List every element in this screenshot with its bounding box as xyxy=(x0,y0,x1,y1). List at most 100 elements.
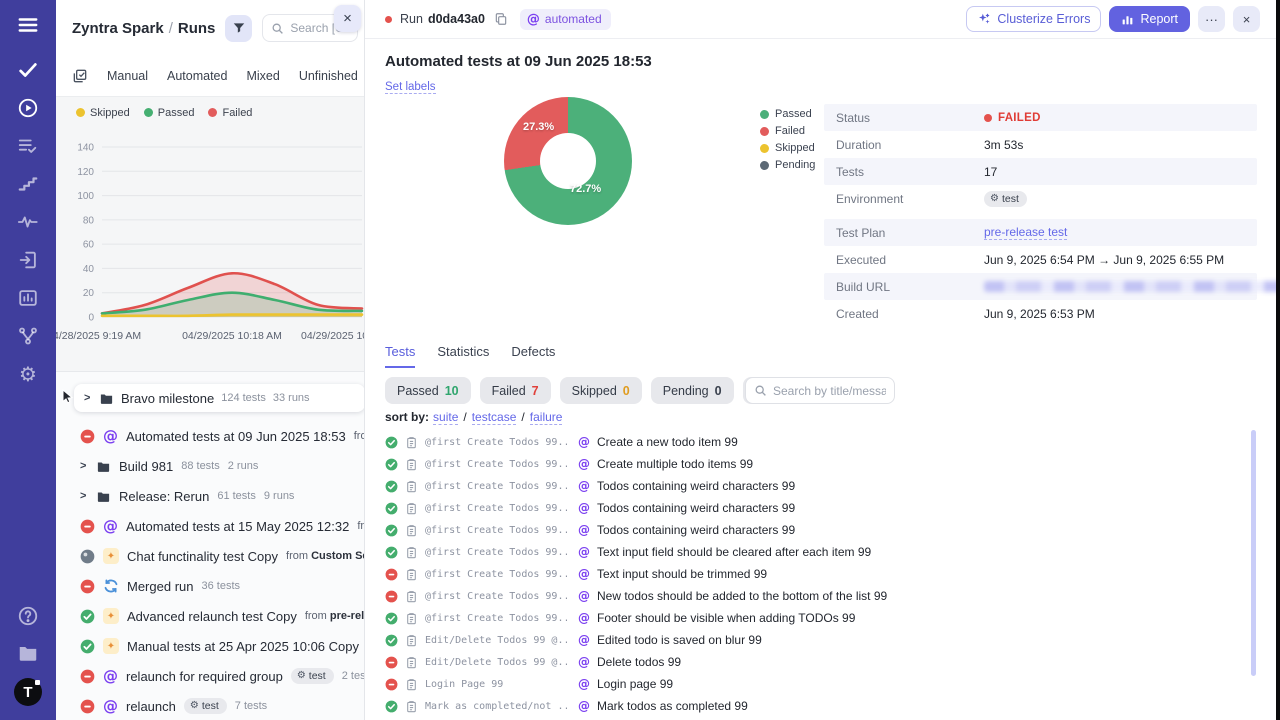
test-row[interactable]: Mark as completed/not ...@Mark todos as … xyxy=(385,695,1251,717)
panel-close-button[interactable]: × xyxy=(334,5,361,32)
filter-pill-passed[interactable]: Passed10 xyxy=(385,377,471,404)
test-row[interactable]: @first Create Todos 99...@Todos containi… xyxy=(385,475,1251,497)
test-name[interactable]: Edited todo is saved on blur 99 xyxy=(597,633,762,647)
test-row[interactable]: Edit/Delete Todos 99 @...@Delete todos 9… xyxy=(385,651,1251,673)
select-all-icon[interactable] xyxy=(72,68,88,84)
run-row[interactable]: @Automated tests at 09 Jun 2025 18:53fro… xyxy=(56,421,364,451)
close-run-button[interactable]: × xyxy=(1233,6,1260,32)
test-name[interactable]: Todos containing weird characters 99 xyxy=(597,501,795,515)
chevron-right-icon[interactable]: > xyxy=(84,392,92,404)
run-row[interactable]: @Automated tests at 15 May 2025 12:32fro… xyxy=(56,511,364,541)
test-row[interactable]: @first Create Todos 99...@Create a new t… xyxy=(385,431,1251,453)
report-button[interactable]: Report xyxy=(1109,6,1190,32)
test-row[interactable]: Login Page 99@Login page 99 xyxy=(385,673,1251,695)
test-row[interactable]: @first Create Todos 99...@Todos containi… xyxy=(385,519,1251,541)
milestone-name[interactable]: Bravo milestone xyxy=(121,391,214,406)
run-row[interactable]: Merged run36 tests xyxy=(56,571,364,601)
test-name[interactable]: Mark todos as completed 99 xyxy=(597,699,748,713)
test-name[interactable]: Todos containing weird characters 99 xyxy=(597,479,795,493)
run-name[interactable]: Chat functinality test Copy xyxy=(127,549,278,564)
gear-icon[interactable]: ⚙ xyxy=(16,362,40,386)
test-plan-link[interactable]: pre-release test xyxy=(984,225,1067,240)
list-check-icon[interactable] xyxy=(16,134,40,158)
run-name[interactable]: Automated tests at 15 May 2025 12:32 xyxy=(126,519,349,534)
runs-tab-automated[interactable]: Automated xyxy=(167,69,227,83)
donut-legend-passed[interactable]: Passed xyxy=(760,108,815,120)
milestone-row[interactable]: >Release: Rerun61 tests9 runs xyxy=(56,481,364,511)
test-row[interactable]: @first Create Todos 99...@New todos shou… xyxy=(385,585,1251,607)
test-name[interactable]: Text input field should be cleared after… xyxy=(597,545,871,559)
tab-defects[interactable]: Defects xyxy=(511,344,555,368)
run-row[interactable]: @relaunch for required group⚙test2 tests xyxy=(56,661,364,691)
workspace-logo[interactable]: T xyxy=(14,678,42,706)
steps-icon[interactable] xyxy=(16,172,40,196)
check-icon[interactable] xyxy=(16,58,40,82)
filter-pill-failed[interactable]: Failed7 xyxy=(480,377,551,404)
tab-statistics[interactable]: Statistics xyxy=(437,344,489,368)
test-name[interactable]: Delete todos 99 xyxy=(597,655,681,669)
sort-link-testcase[interactable]: testcase xyxy=(472,410,517,425)
tests-search[interactable] xyxy=(745,377,895,404)
sort-link-failure[interactable]: failure xyxy=(530,410,563,425)
runs-tab-unfinished[interactable]: Unfinished xyxy=(299,69,358,83)
run-row[interactable]: ✦Advanced relaunch test Copyfrom pre-rel… xyxy=(56,601,364,631)
runs-tab-mixed[interactable]: Mixed xyxy=(246,69,279,83)
legend-item-skipped[interactable]: Skipped xyxy=(76,107,130,119)
tests-scrollbar[interactable] xyxy=(1251,430,1256,676)
run-name[interactable]: Manual tests at 25 Apr 2025 10:06 Copy xyxy=(127,639,359,654)
legend-item-failed[interactable]: Failed xyxy=(208,107,252,119)
pulse-icon[interactable] xyxy=(16,210,40,234)
chevron-right-icon[interactable]: > xyxy=(80,490,88,502)
test-name[interactable]: Create a new todo item 99 xyxy=(597,435,738,449)
test-name[interactable]: Create multiple todo items 99 xyxy=(597,457,753,471)
milestone-row[interactable]: >Build 98188 tests2 runs xyxy=(56,451,364,481)
donut-legend-skipped[interactable]: Skipped xyxy=(760,142,815,154)
test-row[interactable]: @first Create Todos 99...@Footer should … xyxy=(385,607,1251,629)
run-name[interactable]: Merged run xyxy=(127,579,193,594)
test-name[interactable]: Footer should be visible when adding TOD… xyxy=(597,611,855,625)
milestone-row-highlighted[interactable]: >Bravo milestone124 tests33 runs xyxy=(74,384,365,412)
run-row[interactable]: ✦Manual tests at 25 Apr 2025 10:06 Copyf… xyxy=(56,631,364,661)
branch-icon[interactable] xyxy=(16,324,40,348)
test-name[interactable]: Login page 99 xyxy=(597,677,673,691)
test-row[interactable]: @first Create Todos 99...@Create multipl… xyxy=(385,453,1251,475)
project-name[interactable]: Zyntra Spark xyxy=(72,20,164,37)
automated-badge[interactable]: @ automated xyxy=(520,9,611,30)
test-row[interactable]: @first Create Todos 99...@Text input sho… xyxy=(385,563,1251,585)
milestone-name[interactable]: Build 981 xyxy=(119,459,173,474)
test-name[interactable]: New todos should be added to the bottom … xyxy=(597,589,887,603)
filter-pill-skipped[interactable]: Skipped0 xyxy=(560,377,642,404)
run-name[interactable]: relaunch for required group xyxy=(126,669,283,684)
help-icon[interactable] xyxy=(16,604,40,628)
tab-tests[interactable]: Tests xyxy=(385,344,415,368)
filter-button[interactable] xyxy=(225,15,252,42)
filter-pill-pending[interactable]: Pending0 xyxy=(651,377,734,404)
import-icon[interactable] xyxy=(16,248,40,272)
more-button[interactable]: ··· xyxy=(1198,6,1225,32)
donut-legend-failed[interactable]: Failed xyxy=(760,125,815,137)
tests-search-input[interactable] xyxy=(773,384,886,398)
test-row[interactable]: Edit/Delete Todos 99 @...@Edited todo is… xyxy=(385,629,1251,651)
bar-chart-icon[interactable] xyxy=(16,286,40,310)
run-name[interactable]: Advanced relaunch test Copy xyxy=(127,609,297,624)
test-row[interactable]: @first Create Todos 99...@Text input fie… xyxy=(385,541,1251,563)
run-row[interactable]: @relaunch⚙test7 tests xyxy=(56,691,364,720)
clusterize-errors-button[interactable]: Clusterize Errors xyxy=(966,6,1101,32)
run-row[interactable]: ✦Chat functinality test Copyfrom Custom … xyxy=(56,541,364,571)
runs-tab-manual[interactable]: Manual xyxy=(107,69,148,83)
folder-icon[interactable] xyxy=(16,641,40,665)
run-name[interactable]: relaunch xyxy=(126,699,176,714)
play-circle-icon[interactable] xyxy=(16,96,40,120)
milestone-name[interactable]: Release: Rerun xyxy=(119,489,209,504)
copy-icon[interactable] xyxy=(494,12,508,26)
chevron-right-icon[interactable]: > xyxy=(80,460,88,472)
menu-icon[interactable] xyxy=(16,13,40,37)
run-name[interactable]: Automated tests at 09 Jun 2025 18:53 xyxy=(126,429,346,444)
donut-legend-pending[interactable]: Pending xyxy=(760,159,815,171)
sort-link-suite[interactable]: suite xyxy=(433,410,458,425)
test-name[interactable]: Text input should be trimmed 99 xyxy=(597,567,767,581)
test-row[interactable]: @first Create Todos 99...@Todos containi… xyxy=(385,497,1251,519)
legend-item-passed[interactable]: Passed xyxy=(144,107,195,119)
set-labels-link[interactable]: Set labels xyxy=(385,81,436,94)
test-name[interactable]: Todos containing weird characters 99 xyxy=(597,523,795,537)
